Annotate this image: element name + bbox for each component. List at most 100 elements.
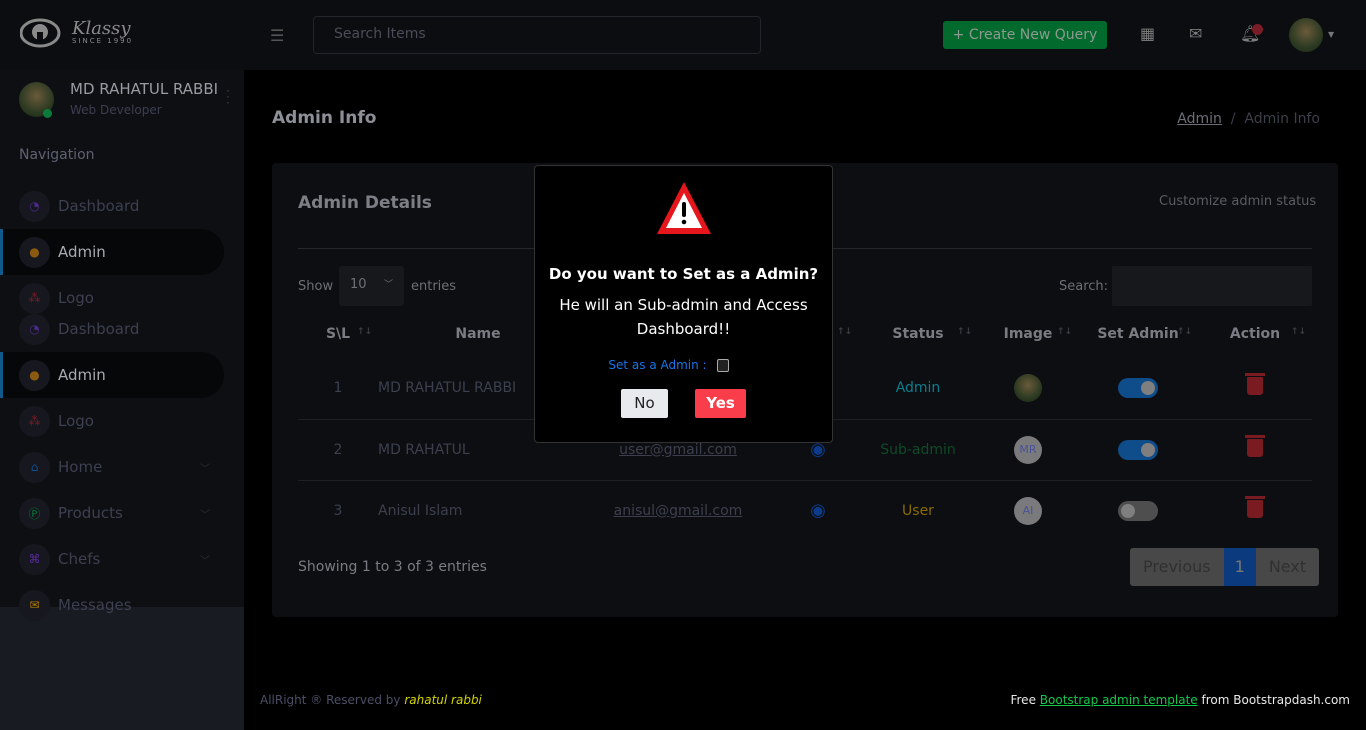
column-header-set-admin[interactable]: Set Admin ↑↓ bbox=[1078, 310, 1198, 358]
sidebar-item-products[interactable]: Ⓟ Products ﹀ bbox=[0, 490, 224, 536]
status-badge: Admin bbox=[895, 380, 941, 397]
bootstrap-template-link[interactable]: Bootstrap admin template bbox=[1040, 693, 1198, 707]
page-1-button[interactable]: 1 bbox=[1223, 548, 1256, 586]
admin-icon: ● bbox=[19, 359, 50, 391]
modal-question: Do you want to Set as a Admin? bbox=[548, 265, 819, 283]
products-icon: Ⓟ bbox=[19, 497, 50, 529]
profile-name: MD RAHATUL RABBI bbox=[70, 80, 219, 98]
cell-sl: 3 bbox=[298, 479, 378, 541]
chevron-down-icon: ﹀ bbox=[200, 463, 210, 475]
sort-icon: ↑↓ bbox=[836, 327, 852, 337]
sidebar-item-logo[interactable]: ⁂ Logo bbox=[0, 398, 224, 444]
previous-button[interactable]: Previous bbox=[1130, 548, 1224, 586]
page-title: Admin Info bbox=[272, 108, 377, 128]
mail-icon[interactable]: ✉ bbox=[1189, 24, 1202, 43]
table-search-input[interactable] bbox=[1112, 266, 1312, 306]
breadcrumb-current: Admin Info bbox=[1244, 111, 1320, 127]
chevron-down-icon: ﹀ bbox=[383, 280, 393, 290]
notification-badge bbox=[1252, 24, 1263, 35]
sidebar-item-label: Admin bbox=[58, 243, 106, 261]
set-admin-checkbox[interactable] bbox=[716, 358, 729, 372]
profile-role: Web Developer bbox=[70, 103, 162, 117]
warning-icon bbox=[656, 182, 711, 234]
pagination: Previous 1 Next bbox=[1130, 548, 1320, 586]
trash-icon[interactable] bbox=[1245, 373, 1265, 396]
create-new-query-button[interactable]: + Create New Query bbox=[943, 21, 1107, 49]
show-label: Show bbox=[298, 279, 334, 294]
status-badge: User bbox=[858, 479, 978, 541]
set-admin-checkbox-label: Set as a Admin : bbox=[608, 358, 707, 372]
column-header-action[interactable]: Action ↑↓ bbox=[1198, 310, 1312, 358]
email-link[interactable]: anisul@gmail.com bbox=[614, 503, 743, 519]
user-avatar[interactable] bbox=[1289, 18, 1323, 52]
sidebar-item-admin[interactable]: ● Admin bbox=[0, 352, 224, 398]
sidebar-item-label: Products bbox=[58, 504, 123, 522]
more-vertical-icon[interactable]: · · · bbox=[226, 85, 230, 109]
sidebar-item-home[interactable]: ⌂ Home ﹀ bbox=[0, 444, 224, 490]
entries-select[interactable]: 10 ﹀ bbox=[339, 266, 404, 306]
grid-icon[interactable]: ▦ bbox=[1140, 24, 1155, 43]
chevron-down-icon: ﹀ bbox=[200, 509, 210, 521]
no-button[interactable]: No bbox=[621, 389, 668, 418]
speedometer-icon: ◔ bbox=[19, 313, 50, 345]
sidebar-item-label: Home bbox=[58, 458, 103, 476]
trash-icon[interactable] bbox=[1245, 495, 1265, 518]
table-row: 3 Anisul Islam anisul@gmail.com ◉ User A… bbox=[298, 479, 1312, 541]
sidebar-item-chefs[interactable]: ⌘ Chefs ﹀ bbox=[0, 536, 224, 582]
set-admin-toggle[interactable] bbox=[1118, 500, 1158, 521]
trash-icon[interactable] bbox=[1245, 434, 1265, 457]
nav-title: Navigation bbox=[19, 147, 95, 163]
brand-name: Klassy bbox=[72, 18, 131, 39]
brand-since: SINCE 1990 bbox=[72, 37, 134, 45]
sort-icon: ↑↓ bbox=[956, 327, 972, 337]
sidebar-item-label: Chefs bbox=[58, 550, 101, 568]
entries-label: entries bbox=[411, 279, 457, 294]
user-image bbox=[1014, 374, 1042, 403]
next-button[interactable]: Next bbox=[1255, 548, 1320, 586]
cell-sl: 2 bbox=[298, 418, 378, 480]
table-search-label: Search: bbox=[1059, 279, 1109, 294]
cell-name: Anisul Islam bbox=[378, 479, 578, 541]
sidebar-item-dashboard[interactable]: ◔ Dashboard bbox=[0, 183, 224, 229]
sort-icon: ↑↓ bbox=[356, 327, 372, 337]
set-admin-toggle[interactable] bbox=[1118, 378, 1158, 399]
confirm-admin-modal: Do you want to Set as a Admin? He will a… bbox=[534, 165, 833, 443]
status-badge: Sub-admin bbox=[858, 418, 978, 480]
online-status-dot bbox=[43, 109, 52, 118]
sidebar-item-label: Logo bbox=[58, 412, 94, 430]
admin-icon: ● bbox=[19, 236, 50, 268]
pagination-info: Showing 1 to 3 of 3 entries bbox=[298, 559, 487, 575]
breadcrumb: Admin / Admin Info bbox=[1177, 111, 1320, 127]
home-icon: ⌂ bbox=[19, 451, 50, 483]
entries-value: 10 bbox=[350, 277, 367, 292]
menu-toggle-icon[interactable]: ☰ bbox=[270, 26, 284, 45]
envelope-icon: ✉ bbox=[19, 589, 50, 621]
set-admin-toggle[interactable] bbox=[1118, 439, 1158, 460]
sidebar-item-dashboard[interactable]: ◔ Dashboard bbox=[0, 306, 224, 352]
command-icon: ⌘ bbox=[19, 543, 50, 575]
speedometer-icon: ◔ bbox=[19, 190, 50, 222]
cell-sl: 1 bbox=[333, 380, 343, 397]
search-input[interactable]: Search Items bbox=[313, 16, 761, 54]
sidebar-item-messages[interactable]: ✉ Messages bbox=[0, 582, 224, 628]
footer-credit: Free Bootstrap admin template from Boots… bbox=[1010, 693, 1350, 707]
brand-logo[interactable]: Klassy SINCE 1990 bbox=[20, 18, 133, 48]
yes-button[interactable]: Yes bbox=[695, 389, 746, 418]
email-link[interactable]: user@gmail.com bbox=[619, 442, 737, 458]
sort-icon: ↑↓ bbox=[1056, 327, 1072, 337]
sort-icon: ↑↓ bbox=[1290, 327, 1306, 337]
user-initials: MR bbox=[1014, 435, 1042, 464]
sidebar-item-label: Admin bbox=[58, 366, 106, 384]
sidebar-item-admin[interactable]: ● Admin bbox=[0, 229, 224, 275]
sidebar-item-label: Logo bbox=[58, 289, 94, 307]
sidebar-item-label: Messages bbox=[58, 596, 132, 614]
sidebar-item-label: Dashboard bbox=[58, 197, 140, 215]
column-header-image[interactable]: Image ↑↓ bbox=[978, 310, 1078, 358]
breadcrumb-admin-link[interactable]: Admin bbox=[1177, 111, 1222, 127]
column-header-status[interactable]: Status ↑↓ bbox=[858, 310, 978, 358]
card-title: Admin Details bbox=[298, 193, 432, 213]
column-header-sl[interactable]: S\L ↑↓ bbox=[298, 310, 378, 358]
footer-author: rahatul rabbi bbox=[404, 693, 482, 707]
eye-icon[interactable]: ◉ bbox=[810, 500, 826, 521]
caret-down-icon[interactable]: ▼ bbox=[1328, 30, 1334, 39]
